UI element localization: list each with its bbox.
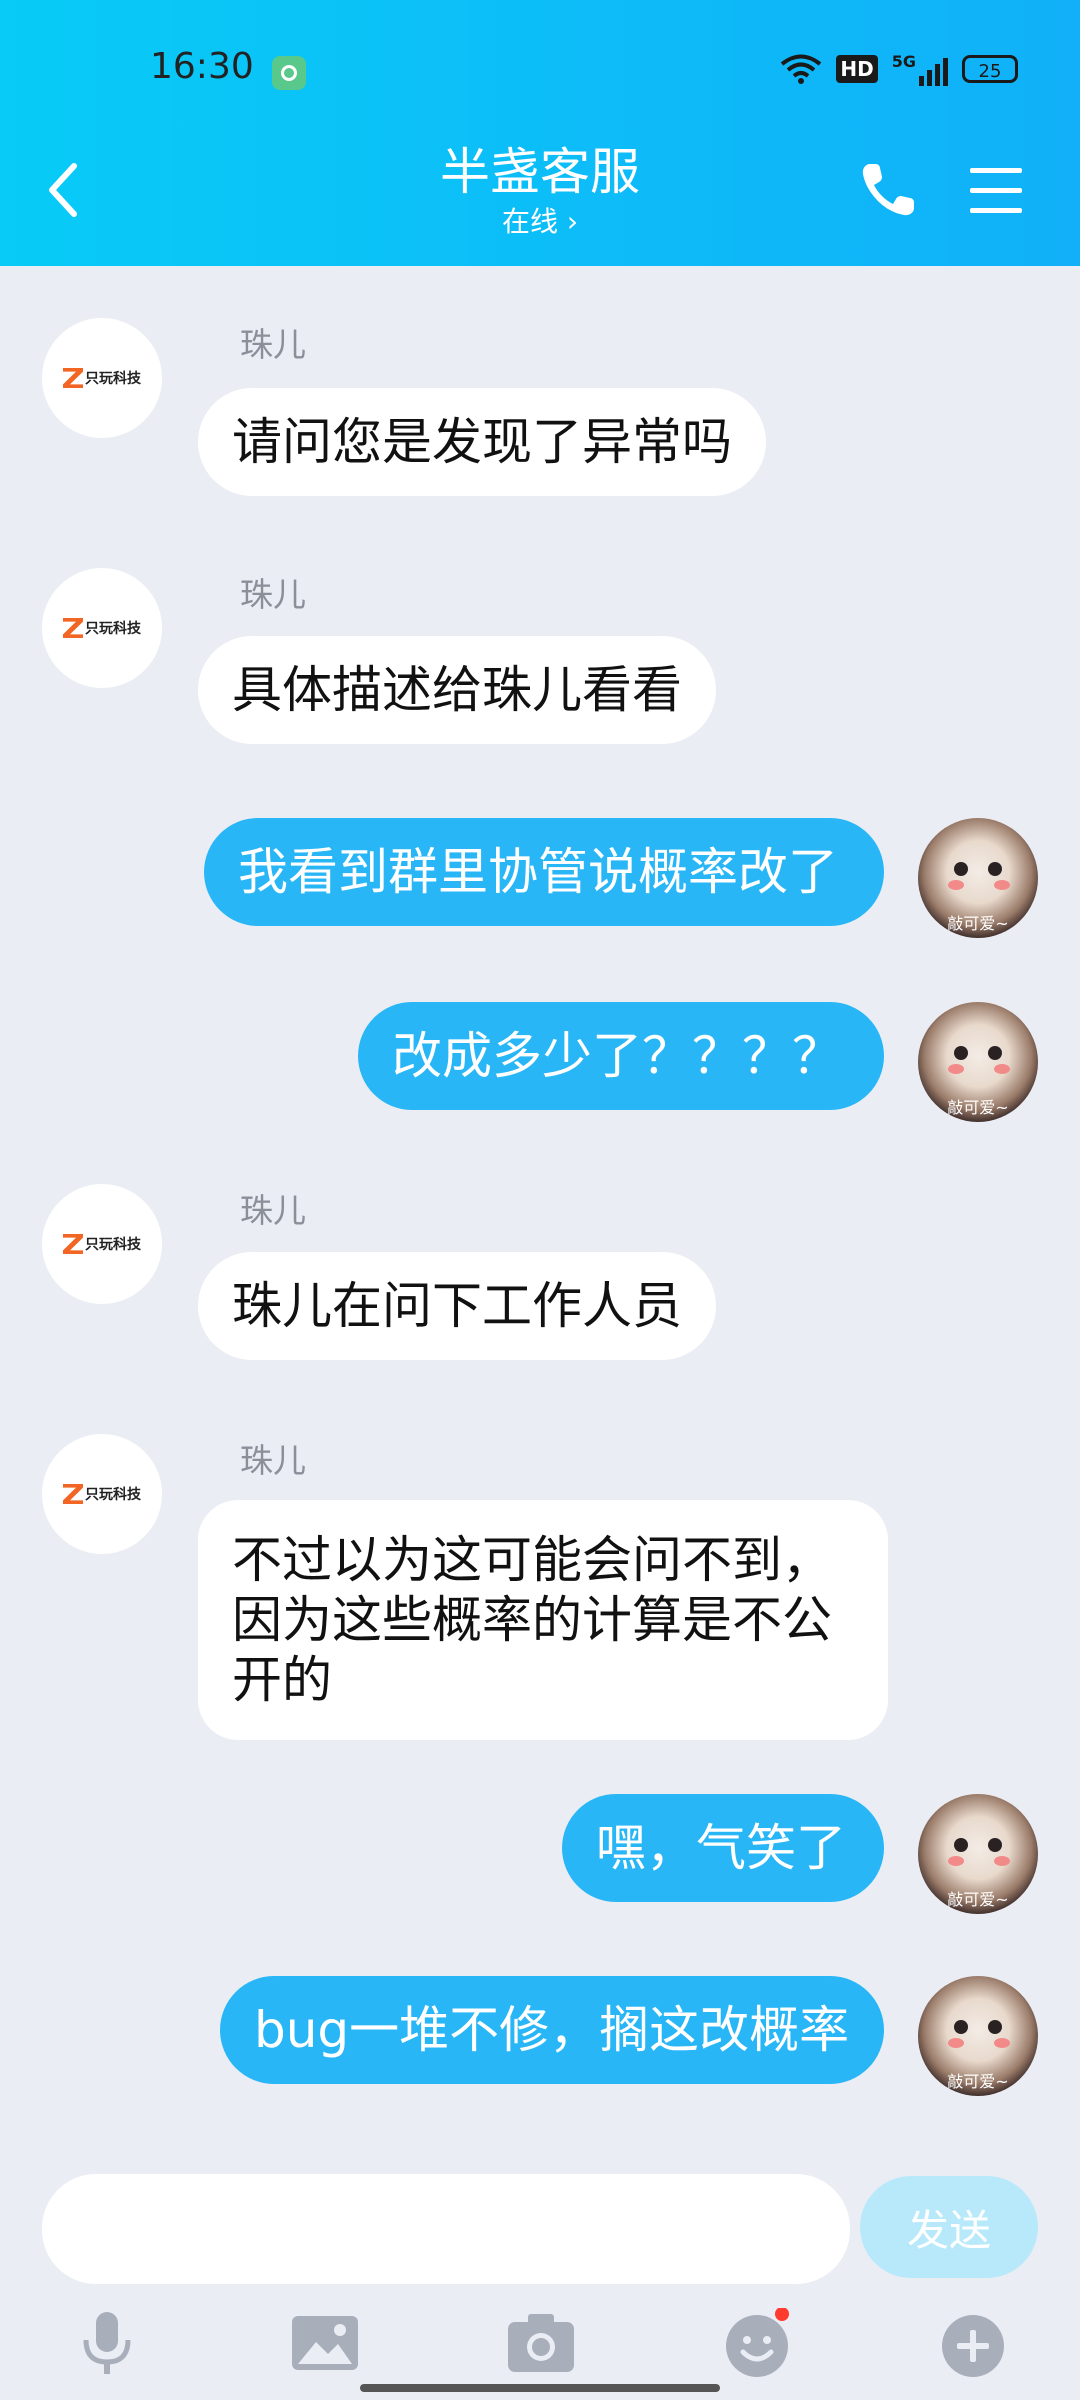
chat-header: 16:30 HD 5G 25 半盏客服 在线 › xyxy=(0,0,1080,266)
sender-name: 珠儿 xyxy=(240,325,306,364)
brand-logo-icon xyxy=(63,1234,83,1254)
sender-name: 珠儿 xyxy=(240,1441,306,1480)
user-avatar[interactable]: 敲可爱~ xyxy=(918,818,1038,938)
notification-dot xyxy=(775,2308,789,2321)
message-bubble[interactable]: 改成多少了？？？？ xyxy=(358,1002,884,1110)
message-bubble[interactable]: 我看到群里协管说概率改了 xyxy=(204,818,884,926)
send-button[interactable]: 发送 xyxy=(860,2176,1038,2278)
brand-logo-text: 只玩科技 xyxy=(85,1237,141,1253)
message-bubble[interactable]: 嘿，气笑了 xyxy=(562,1794,884,1902)
brand-logo-text: 只玩科技 xyxy=(85,621,141,637)
message-bubble[interactable]: 不过以为这可能会问不到，因为这些概率的计算是不公开的 xyxy=(198,1500,888,1740)
brand-logo-icon xyxy=(63,368,83,388)
message-bubble[interactable]: 请问您是发现了异常吗 xyxy=(198,388,766,496)
avatar-caption: 敲可爱~ xyxy=(947,2072,1009,2091)
brand-logo-text: 只玩科技 xyxy=(85,371,141,387)
user-avatar[interactable]: 敲可爱~ xyxy=(918,1976,1038,2096)
user-avatar[interactable]: 敲可爱~ xyxy=(918,1794,1038,1914)
agent-avatar[interactable]: 只玩科技 xyxy=(42,1434,162,1554)
brand-logo-icon xyxy=(63,618,83,638)
battery-icon: 25 xyxy=(962,55,1018,83)
avatar-caption: 敲可爱~ xyxy=(947,1890,1009,1909)
message-bubble[interactable]: 珠儿在问下工作人员 xyxy=(198,1252,716,1360)
hd-icon: HD xyxy=(836,55,878,83)
agent-avatar[interactable]: 只玩科技 xyxy=(42,318,162,438)
status-icons: HD 5G 25 xyxy=(780,52,1018,86)
message-bubble[interactable]: 具体描述给珠儿看看 xyxy=(198,636,716,744)
message-input[interactable] xyxy=(42,2174,850,2284)
avatar-caption: 敲可爱~ xyxy=(947,914,1009,933)
status-time: 16:30 xyxy=(150,46,254,87)
phone-icon[interactable] xyxy=(856,158,920,222)
agent-avatar[interactable]: 只玩科技 xyxy=(42,1184,162,1304)
agent-avatar[interactable]: 只玩科技 xyxy=(42,568,162,688)
microphone-icon[interactable] xyxy=(72,2308,142,2378)
emoji-icon[interactable] xyxy=(722,2308,792,2378)
network-label: 5G xyxy=(891,52,916,71)
wifi-icon xyxy=(781,54,822,84)
message-bubble[interactable]: bug一堆不修，搁这改概率 xyxy=(220,1976,884,2084)
image-icon[interactable] xyxy=(290,2308,360,2378)
signal-icon: 5G xyxy=(892,52,948,86)
sender-name: 珠儿 xyxy=(240,1191,306,1230)
plus-icon[interactable] xyxy=(938,2308,1008,2378)
camera-icon[interactable] xyxy=(506,2308,576,2378)
avatar-caption: 敲可爱~ xyxy=(947,1098,1009,1117)
app-notification-icon xyxy=(272,56,306,90)
menu-icon[interactable] xyxy=(966,160,1026,220)
brand-logo-text: 只玩科技 xyxy=(85,1487,141,1503)
home-indicator[interactable] xyxy=(360,2384,720,2392)
sender-name: 珠儿 xyxy=(240,575,306,614)
user-avatar[interactable]: 敲可爱~ xyxy=(918,1002,1038,1122)
brand-logo-icon xyxy=(63,1484,83,1504)
